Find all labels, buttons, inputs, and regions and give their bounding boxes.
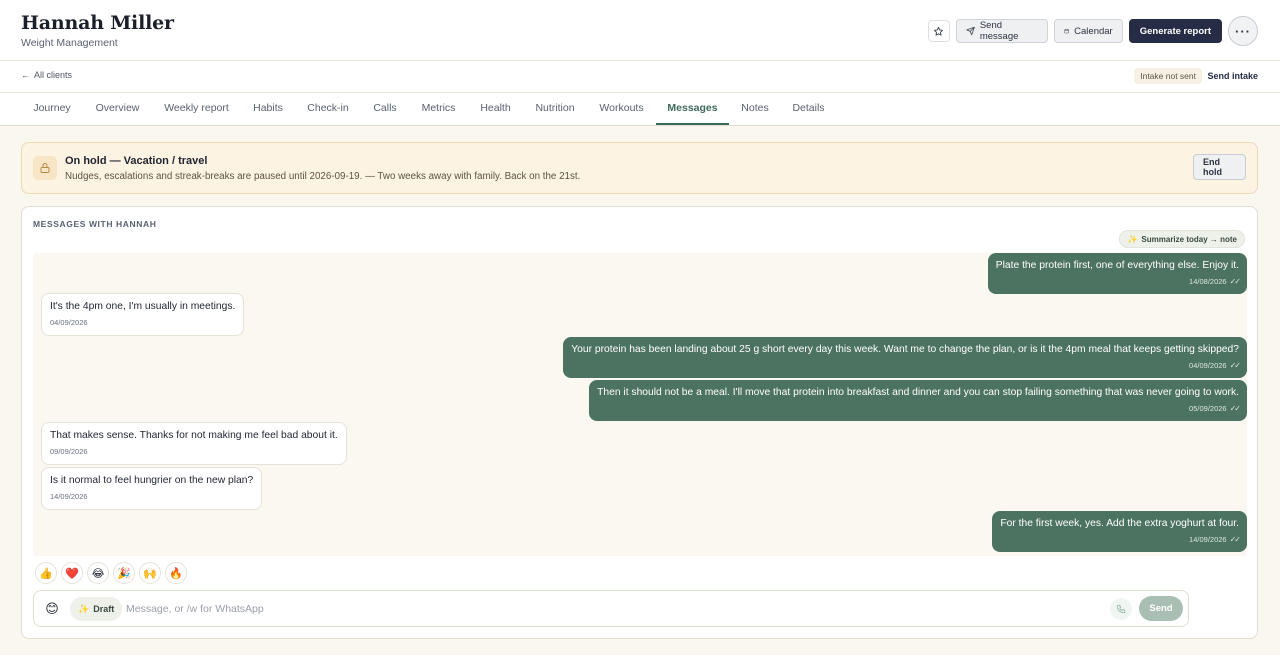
message-bubble-outgoing: Your protein has been landing about 25 g… xyxy=(563,337,1247,378)
client-header: Hannah Miller Weight Management Send mes… xyxy=(0,0,1280,61)
summarize-today-button[interactable]: ✨ Summarize today → note xyxy=(1119,230,1245,248)
messages-panel: MESSAGES WITH HANNAH ✨ Summarize today →… xyxy=(21,206,1258,639)
message-date: 04/09/2026 xyxy=(50,318,88,327)
double-check-icon: ✓✓ xyxy=(1229,277,1241,286)
send-icon xyxy=(966,26,975,36)
send-intake-link[interactable]: Send intake xyxy=(1207,71,1258,81)
tab-overview[interactable]: Overview xyxy=(84,93,151,125)
message-bubble-outgoing: For the first week, yes. Add the extra y… xyxy=(992,511,1247,552)
hold-title: On hold — Vacation / travel xyxy=(65,155,208,167)
quick-reactions: 👍 ❤️ 😂 🎉 🙌 🔥 xyxy=(35,562,187,584)
message-date: 14/08/2026 xyxy=(1189,277,1227,286)
send-message-button[interactable]: Send message xyxy=(955,19,1048,43)
message-bubble-incoming: That makes sense. Thanks for not making … xyxy=(41,422,347,465)
message-meta: 04/09/2026 xyxy=(50,316,235,330)
double-check-icon: ✓✓ xyxy=(1229,404,1241,413)
sub-bar: ← All clients Intake not sent Send intak… xyxy=(0,61,1280,93)
double-check-icon: ✓✓ xyxy=(1229,361,1241,370)
message-input[interactable] xyxy=(126,600,1086,618)
message-text: Plate the protein first, one of everythi… xyxy=(995,260,1239,271)
tab-nutrition[interactable]: Nutrition xyxy=(523,93,587,125)
arrow-left-icon: ← xyxy=(21,70,30,80)
back-label: All clients xyxy=(34,70,73,80)
message-date: 14/09/2026 xyxy=(50,492,88,501)
reaction-party[interactable]: 🎉 xyxy=(113,562,135,584)
calendar-button[interactable]: Calendar xyxy=(1053,19,1123,43)
hold-description: Nudges, escalations and streak-breaks ar… xyxy=(65,171,581,182)
message-date: 04/09/2026 xyxy=(1189,361,1227,370)
message-date: 05/09/2026 xyxy=(1189,404,1227,413)
tab-workouts[interactable]: Workouts xyxy=(588,93,655,125)
tab-messages[interactable]: Messages xyxy=(656,93,729,125)
call-button[interactable] xyxy=(1110,598,1132,620)
header-actions: Send message Calendar Generate report ··… xyxy=(927,16,1258,46)
tab-weekly-report[interactable]: Weekly report xyxy=(152,93,241,125)
reaction-thumbs-up[interactable]: 👍 xyxy=(35,562,57,584)
tab-health[interactable]: Health xyxy=(469,93,522,125)
message-meta: 05/09/2026 ✓✓ xyxy=(597,402,1241,416)
messages-heading: MESSAGES WITH HANNAH xyxy=(33,219,157,229)
message-date: 09/09/2026 xyxy=(50,447,88,456)
message-text: That makes sense. Thanks for not making … xyxy=(50,430,338,441)
message-text: For the first week, yes. Add the extra y… xyxy=(1000,518,1239,529)
end-hold-button[interactable]: End hold xyxy=(1193,154,1246,180)
lock-icon xyxy=(40,163,50,173)
message-thread[interactable]: Plate the protein first, one of everythi… xyxy=(33,253,1247,556)
message-meta: 14/09/2026 xyxy=(50,490,253,504)
client-program: Weight Management xyxy=(21,37,118,49)
draft-button[interactable]: ✨ Draft xyxy=(70,597,123,621)
tab-journey[interactable]: Journey xyxy=(21,93,83,125)
more-options-button[interactable]: ··· xyxy=(1228,16,1258,46)
back-to-clients-link[interactable]: ← All clients xyxy=(21,70,72,80)
tab-habits[interactable]: Habits xyxy=(242,93,294,125)
tab-calls[interactable]: Calls xyxy=(362,93,408,125)
generate-report-button[interactable]: Generate report xyxy=(1128,19,1222,43)
summarize-label: Summarize today → note xyxy=(1141,234,1237,244)
tab-bar: Journey Overview Weekly report Habits Ch… xyxy=(0,93,1280,126)
reaction-laughing[interactable]: 😂 xyxy=(87,562,109,584)
lock-badge xyxy=(33,156,57,180)
reaction-heart[interactable]: ❤️ xyxy=(61,562,83,584)
message-text: It's the 4pm one, I'm usually in meeting… xyxy=(50,301,236,312)
tab-check-in[interactable]: Check-in xyxy=(295,93,361,125)
message-meta: 14/08/2026 ✓✓ xyxy=(996,275,1241,289)
intake-status-badge: Intake not sent xyxy=(1134,68,1202,84)
message-meta: 09/09/2026 xyxy=(50,445,338,459)
emoji-picker-button[interactable]: 😊 xyxy=(43,600,61,618)
message-text: Then it should not be a meal. I'll move … xyxy=(597,387,1239,398)
send-button[interactable]: Send xyxy=(1139,596,1183,621)
phone-icon xyxy=(1116,604,1126,614)
message-bubble-outgoing: Plate the protein first, one of everythi… xyxy=(987,253,1247,294)
star-icon xyxy=(934,26,944,36)
message-bubble-incoming: It's the 4pm one, I'm usually in meeting… xyxy=(41,293,245,336)
message-bubble-outgoing: Then it should not be a meal. I'll move … xyxy=(589,380,1247,421)
message-meta: 14/09/2026 ✓✓ xyxy=(1000,533,1241,547)
calendar-icon xyxy=(1064,28,1069,34)
favorite-button[interactable] xyxy=(927,20,950,42)
message-text: Is it normal to feel hungrier on the new… xyxy=(50,475,254,486)
send-message-label: Send message xyxy=(979,20,1019,42)
calendar-label: Calendar xyxy=(1074,25,1113,37)
client-name: Hannah Miller xyxy=(21,12,174,34)
reaction-fire[interactable]: 🔥 xyxy=(165,562,187,584)
message-bubble-incoming: Is it normal to feel hungrier on the new… xyxy=(41,467,263,510)
message-date: 14/09/2026 xyxy=(1189,535,1227,544)
tab-metrics[interactable]: Metrics xyxy=(409,93,468,125)
message-text: Your protein has been landing about 25 g… xyxy=(571,344,1239,355)
message-meta: 04/09/2026 ✓✓ xyxy=(571,359,1241,373)
message-composer: 😊 ✨ Draft Send xyxy=(33,590,1189,627)
tab-notes[interactable]: Notes xyxy=(730,93,780,125)
draft-label: Draft xyxy=(93,604,115,614)
tab-details[interactable]: Details xyxy=(781,93,836,125)
sparkle-icon: ✨ xyxy=(1127,234,1138,244)
double-check-icon: ✓✓ xyxy=(1229,535,1241,544)
sparkle-icon: ✨ xyxy=(78,603,90,614)
reaction-raised-hands[interactable]: 🙌 xyxy=(139,562,161,584)
on-hold-banner: On hold — Vacation / travel Nudges, esca… xyxy=(21,142,1258,194)
